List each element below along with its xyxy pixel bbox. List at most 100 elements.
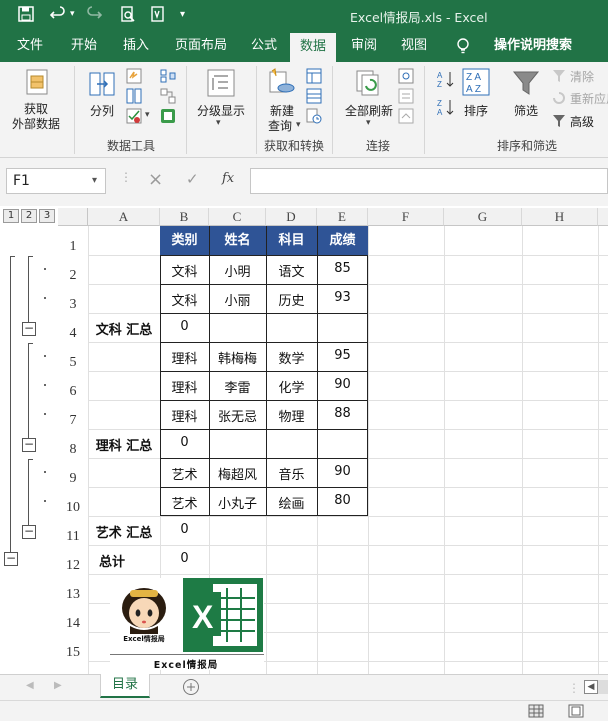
recent-sources-icon[interactable] <box>306 108 322 127</box>
outline-dropdown-icon[interactable]: ▾ <box>216 118 221 128</box>
cell-a11-subtotal-label[interactable]: 艺术 汇总 <box>88 522 160 541</box>
cell-d6[interactable]: 化学 <box>266 377 317 396</box>
cell-c9[interactable]: 梅超风 <box>209 464 266 483</box>
column-header-b[interactable]: B <box>160 208 209 226</box>
cell-e10[interactable]: 80 <box>317 493 368 508</box>
row-header-11[interactable]: 11 <box>58 529 88 545</box>
advanced-label[interactable]: 高级 <box>570 113 594 130</box>
new-query-icon[interactable] <box>266 68 296 101</box>
row-header-9[interactable]: 9 <box>58 471 88 487</box>
new-query-dropdown-icon[interactable]: ▾ <box>296 120 301 130</box>
text-to-columns-label[interactable]: 分列 <box>84 102 120 119</box>
redo-icon[interactable] <box>86 6 103 26</box>
scroll-tabs-left-icon[interactable]: ◀ <box>26 680 34 691</box>
outline-level-1-button[interactable]: 1 <box>3 209 19 223</box>
cell-d7[interactable]: 物理 <box>266 406 317 425</box>
formula-input[interactable] <box>250 168 608 194</box>
sort-label[interactable]: 排序 <box>458 102 494 119</box>
relationships-icon[interactable] <box>160 88 176 107</box>
cell-b11-subtotal-value[interactable]: 0 <box>160 522 209 537</box>
outline-level-2-button[interactable]: 2 <box>21 209 37 223</box>
insert-function-icon[interactable]: fx <box>222 171 234 186</box>
column-header-g[interactable]: G <box>444 208 522 226</box>
data-validation-dropdown-icon[interactable]: ▾ <box>145 110 150 120</box>
column-header-e[interactable]: E <box>317 208 368 226</box>
cell-b9[interactable]: 艺术 <box>160 464 209 483</box>
data-model-icon[interactable] <box>160 108 176 127</box>
row-header-4[interactable]: 4 <box>58 326 88 342</box>
cell-d9[interactable]: 音乐 <box>266 464 317 483</box>
refresh-all-label[interactable]: 全部刷新 <box>340 102 398 119</box>
from-table-icon[interactable] <box>306 88 322 107</box>
refresh-all-dropdown-icon[interactable]: ▾ <box>366 118 371 128</box>
cell-a12-grand-total-label[interactable]: 总计 <box>88 551 136 570</box>
tab-file[interactable]: 文件 <box>8 30 52 62</box>
connections-icon[interactable] <box>398 68 414 87</box>
consolidate-icon[interactable] <box>160 68 176 87</box>
horizontal-scrollbar[interactable] <box>598 680 608 694</box>
sort-ascending-icon[interactable]: AZ <box>436 70 456 91</box>
cell-b10[interactable]: 艺术 <box>160 493 209 512</box>
outline-label[interactable]: 分级显示 <box>194 102 248 119</box>
cell-d3[interactable]: 历史 <box>266 290 317 309</box>
customize-qat-icon[interactable]: ▾ <box>180 9 185 20</box>
cell-d2[interactable]: 语文 <box>266 261 317 280</box>
properties-icon[interactable] <box>398 88 414 107</box>
clear-label[interactable]: 清除 <box>570 68 594 85</box>
row-header-14[interactable]: 14 <box>58 616 88 632</box>
refresh-all-icon[interactable] <box>354 68 384 101</box>
cell-c10[interactable]: 小丸子 <box>209 493 266 512</box>
cell-b6[interactable]: 理科 <box>160 377 209 396</box>
row-header-5[interactable]: 5 <box>58 355 88 371</box>
column-header-h[interactable]: H <box>522 208 598 226</box>
cell-b8-subtotal-value[interactable]: 0 <box>160 435 209 450</box>
horizontal-scroll-left-button[interactable]: ◀ <box>584 680 598 694</box>
sort-dialog-icon[interactable]: Z AA Z <box>462 68 490 99</box>
cell-d5[interactable]: 数学 <box>266 348 317 367</box>
outline-icon[interactable] <box>206 68 236 101</box>
row-header-3[interactable]: 3 <box>58 297 88 313</box>
flash-fill-icon[interactable] <box>126 68 142 87</box>
document-icon[interactable] <box>150 6 166 26</box>
enter-icon[interactable]: ✓ <box>186 170 199 188</box>
column-header-c[interactable]: C <box>209 208 266 226</box>
get-external-data-label2[interactable]: 外部数据 <box>6 115 66 132</box>
cell-c2[interactable]: 小明 <box>209 261 266 280</box>
cell-a8-subtotal-label[interactable]: 理科 汇总 <box>88 435 160 454</box>
filter-icon[interactable] <box>512 70 540 99</box>
cell-e9[interactable]: 90 <box>317 464 368 479</box>
tab-review[interactable]: 审阅 <box>344 30 384 62</box>
row-header-12[interactable]: 12 <box>58 558 88 574</box>
cell-b12-grand-total-value[interactable]: 0 <box>160 551 209 566</box>
select-all-button[interactable] <box>58 208 88 226</box>
data-validation-icon[interactable] <box>126 108 142 127</box>
cell-a4-subtotal-label[interactable]: 文科 汇总 <box>88 319 160 338</box>
cell-b4-subtotal-value[interactable]: 0 <box>160 319 209 334</box>
tab-formulas[interactable]: 公式 <box>244 30 284 62</box>
tab-page-layout[interactable]: 页面布局 <box>168 30 234 62</box>
get-external-data-icon[interactable] <box>22 68 52 101</box>
cell-b5[interactable]: 理科 <box>160 348 209 367</box>
cell-e6[interactable]: 90 <box>317 377 368 392</box>
cell-b2[interactable]: 文科 <box>160 261 209 280</box>
row-header-8[interactable]: 8 <box>58 442 88 458</box>
column-header-d[interactable]: D <box>266 208 317 226</box>
tab-data[interactable]: 数据 <box>290 33 336 62</box>
tab-view[interactable]: 视图 <box>394 30 434 62</box>
column-header-f[interactable]: F <box>368 208 444 226</box>
cancel-icon[interactable]: × <box>148 169 163 190</box>
row-header-15[interactable]: 15 <box>58 645 88 661</box>
cell-d10[interactable]: 绘画 <box>266 493 317 512</box>
name-box-dropdown-icon[interactable]: ▾ <box>92 175 97 186</box>
print-preview-icon[interactable] <box>120 6 136 26</box>
sheet-tabs-more-icon[interactable]: ⋮ <box>568 681 580 695</box>
advanced-filter-icon[interactable] <box>552 114 566 131</box>
cell-e7[interactable]: 88 <box>317 406 368 421</box>
new-query-label2[interactable]: 查询 <box>262 117 298 134</box>
row-header-7[interactable]: 7 <box>58 413 88 429</box>
collapse-group-button[interactable]: − <box>22 322 36 336</box>
show-queries-icon[interactable] <box>306 68 322 87</box>
normal-view-icon[interactable] <box>528 704 544 721</box>
cell-b3[interactable]: 文科 <box>160 290 209 309</box>
outline-level-3-button[interactable]: 3 <box>39 209 55 223</box>
